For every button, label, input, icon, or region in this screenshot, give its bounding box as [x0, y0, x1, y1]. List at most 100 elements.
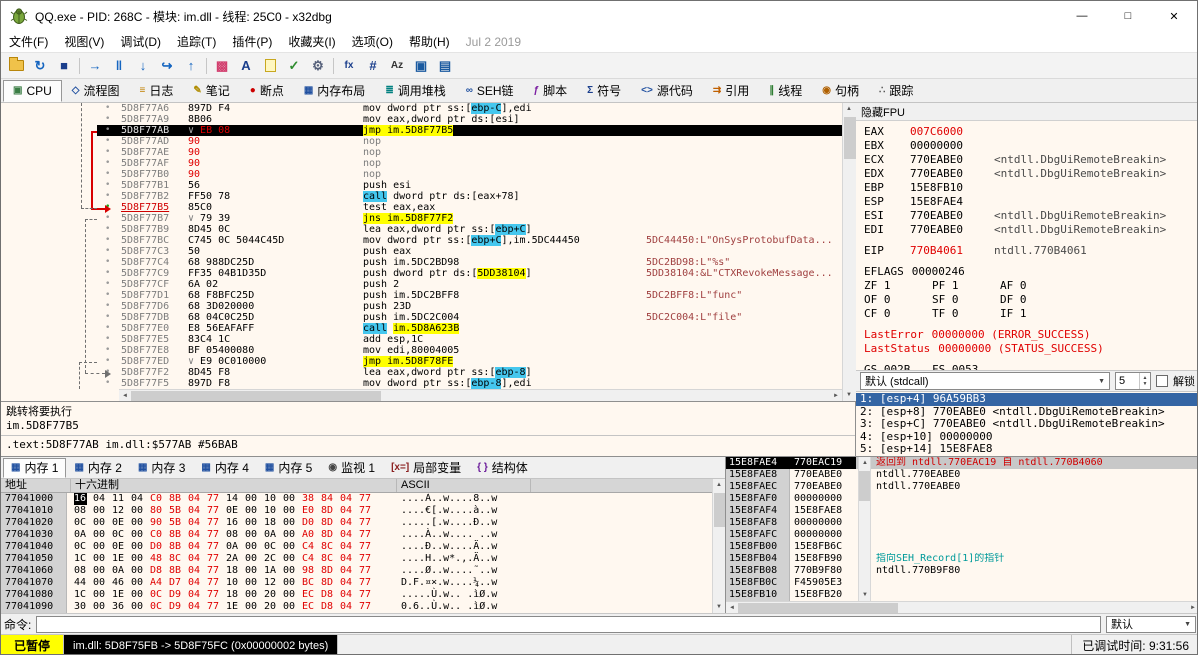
- tab-memory-3[interactable]: ▦ 内存 3: [130, 458, 193, 478]
- memory-byte[interactable]: 80: [150, 505, 169, 517]
- memory-byte[interactable]: D8: [321, 601, 340, 613]
- disasm-row[interactable]: • 5D8F77ED ∨ E9 0C010000 jmp im.5D8F78FE: [1, 356, 842, 367]
- memory-byte[interactable]: 04: [188, 493, 207, 505]
- stack-row[interactable]: 15E8FAF8 00000000: [726, 517, 1197, 529]
- memory-byte[interactable]: 00: [93, 553, 112, 565]
- memory-byte[interactable]: EC: [302, 601, 321, 613]
- tab-memory-1[interactable]: ▦ 内存 1: [3, 458, 67, 478]
- tab-log[interactable]: ≡ 日志: [130, 80, 184, 102]
- tab-notes[interactable]: ✎ 笔记: [183, 80, 239, 102]
- memory-byte[interactable]: 0A: [112, 565, 131, 577]
- memory-byte[interactable]: 0A: [74, 529, 93, 541]
- menu-item[interactable]: 选项(O): [344, 31, 401, 53]
- memory-byte[interactable]: 00: [283, 589, 302, 601]
- memory-byte[interactable]: 0C: [74, 541, 93, 553]
- stack-pane[interactable]: 15E8FAE4 770EAC19 返回到 ntdll.770EAC19 自 ntd…: [726, 457, 1197, 613]
- memory-byte[interactable]: 04: [340, 553, 359, 565]
- memory-byte[interactable]: 36: [112, 601, 131, 613]
- memory-byte[interactable]: 77: [207, 601, 226, 613]
- memory-byte[interactable]: 04: [340, 577, 359, 589]
- memory-byte[interactable]: 00: [131, 589, 150, 601]
- memory-byte[interactable]: 8D: [321, 517, 340, 529]
- menu-item[interactable]: 调试(D): [112, 31, 169, 53]
- restart-button[interactable]: ↻: [28, 55, 52, 77]
- register-row[interactable]: ZF 1 PF 1 AF 0: [864, 279, 1197, 293]
- memory-byte[interactable]: 1C: [74, 553, 93, 565]
- memory-byte[interactable]: 04: [188, 565, 207, 577]
- memory-row[interactable]: 77041040 0C 00 0E 00 D0 8B 04 77 0A 00 0C 00 C4 8C 04 77…: [1, 541, 712, 553]
- memory-byte[interactable]: 0E: [112, 517, 131, 529]
- disasm-row[interactable]: • 5D8F77B9 8D45 0C lea eax,dword ptr ss:[eb…: [1, 224, 842, 235]
- memory-byte[interactable]: 8B: [169, 541, 188, 553]
- memory-byte[interactable]: 10: [226, 577, 245, 589]
- memory-byte[interactable]: 77: [207, 529, 226, 541]
- disasm-vertical-scrollbar[interactable]: ▲ ▼: [842, 103, 856, 401]
- memory-byte[interactable]: 00: [245, 553, 264, 565]
- memory-byte[interactable]: 8B: [169, 493, 188, 505]
- memory-byte[interactable]: 04: [188, 553, 207, 565]
- register-row[interactable]: ESP 15E8FAE4: [864, 195, 1197, 209]
- scrollbar-thumb[interactable]: [844, 117, 856, 159]
- memory-byte[interactable]: 77: [207, 493, 226, 505]
- memory-byte[interactable]: 00: [283, 529, 302, 541]
- favourite-functions-button[interactable]: fx: [337, 55, 361, 77]
- maximize-button[interactable]: □: [1105, 1, 1151, 31]
- memory-byte[interactable]: 48: [150, 553, 169, 565]
- register-row[interactable]: EBX 00000000: [864, 139, 1197, 153]
- memory-byte[interactable]: 00: [245, 529, 264, 541]
- memory-byte[interactable]: 44: [74, 577, 93, 589]
- memory-byte[interactable]: 00: [283, 601, 302, 613]
- memory-byte[interactable]: 84: [321, 493, 340, 505]
- memory-byte[interactable]: 77: [359, 553, 378, 565]
- memory-byte[interactable]: BC: [302, 577, 321, 589]
- memory-vertical-scrollbar[interactable]: ▲ ▼: [712, 479, 725, 613]
- memory-byte[interactable]: 0A: [226, 541, 245, 553]
- arg-count-stepper[interactable]: 5 ▲ ▼: [1115, 372, 1151, 390]
- disasm-row[interactable]: • 5D8F77C4 68 988DC25D push im.5DC2BD98 5DC2…: [1, 257, 842, 268]
- scroll-up-icon[interactable]: ▲: [859, 457, 871, 469]
- memory-byte[interactable]: 77: [359, 529, 378, 541]
- comment-button[interactable]: A: [234, 55, 258, 77]
- memory-byte[interactable]: 0C: [150, 601, 169, 613]
- disasm-row[interactable]: • 5D8F77BC C745 0C 5044C45D mov dword ptr s…: [1, 235, 842, 246]
- disasm-row[interactable]: • 5D8F77A9 8B06 mov eax,dword ptr ds:[esi]: [1, 114, 842, 125]
- memory-byte[interactable]: 00: [93, 517, 112, 529]
- memory-byte[interactable]: 77: [207, 541, 226, 553]
- memory-byte[interactable]: 00: [93, 529, 112, 541]
- memory-byte[interactable]: 00: [131, 601, 150, 613]
- memory-byte[interactable]: 20: [264, 589, 283, 601]
- memory-byte[interactable]: 00: [245, 517, 264, 529]
- titlebar[interactable]: QQ.exe - PID: 268C - 模块: im.dll - 线程: 25…: [1, 1, 1197, 31]
- memory-byte[interactable]: 00: [245, 577, 264, 589]
- memory-byte[interactable]: 00: [131, 505, 150, 517]
- memory-byte[interactable]: 16: [226, 517, 245, 529]
- memory-byte[interactable]: 18: [264, 517, 283, 529]
- memory-byte[interactable]: 04: [340, 505, 359, 517]
- memory-byte[interactable]: D7: [169, 577, 188, 589]
- register-row[interactable]: EIP 770B4061 ntdll.770B4061: [864, 244, 1197, 258]
- memory-byte[interactable]: 08: [74, 505, 93, 517]
- memory-byte[interactable]: 8B: [169, 529, 188, 541]
- memory-byte[interactable]: 00: [93, 565, 112, 577]
- memory-byte[interactable]: 77: [359, 505, 378, 517]
- tab-trace[interactable]: ∴ 跟踪: [869, 80, 923, 102]
- tab-references[interactable]: ⇉ 引用: [703, 80, 759, 102]
- disasm-row[interactable]: • 5D8F77DB 68 04C0C25D push im.5DC2C004 5DC2…: [1, 312, 842, 323]
- open-file-button[interactable]: [4, 55, 28, 77]
- memory-byte[interactable]: 77: [207, 553, 226, 565]
- memory-byte[interactable]: 0C: [150, 589, 169, 601]
- memory-row[interactable]: 77041020 0C 00 0E 00 90 5B 04 77 16 00 18 00 D0 8D 04 77…: [1, 517, 712, 529]
- memory-row[interactable]: 77041080 1C 00 1E 00 0C D9 04 77 18 00 20 00 EC D8 04 77…: [1, 589, 712, 601]
- tab-threads[interactable]: ∥ 线程: [759, 80, 812, 102]
- menu-item[interactable]: 帮助(H): [401, 31, 458, 53]
- memory-byte[interactable]: 8C: [321, 541, 340, 553]
- memory-byte[interactable]: 77: [359, 517, 378, 529]
- memory-byte[interactable]: 77: [207, 589, 226, 601]
- memory-byte[interactable]: 30: [74, 601, 93, 613]
- memory-byte[interactable]: 98: [302, 565, 321, 577]
- scroll-down-icon[interactable]: ▼: [713, 601, 725, 613]
- memory-byte[interactable]: 77: [359, 589, 378, 601]
- stack-row[interactable]: 15E8FAEC 770EABE0 ntdll.770EABE0: [726, 481, 1197, 493]
- memory-byte[interactable]: 16: [74, 493, 87, 505]
- calling-convention-select[interactable]: 默认 (stdcall) ▼: [860, 372, 1110, 390]
